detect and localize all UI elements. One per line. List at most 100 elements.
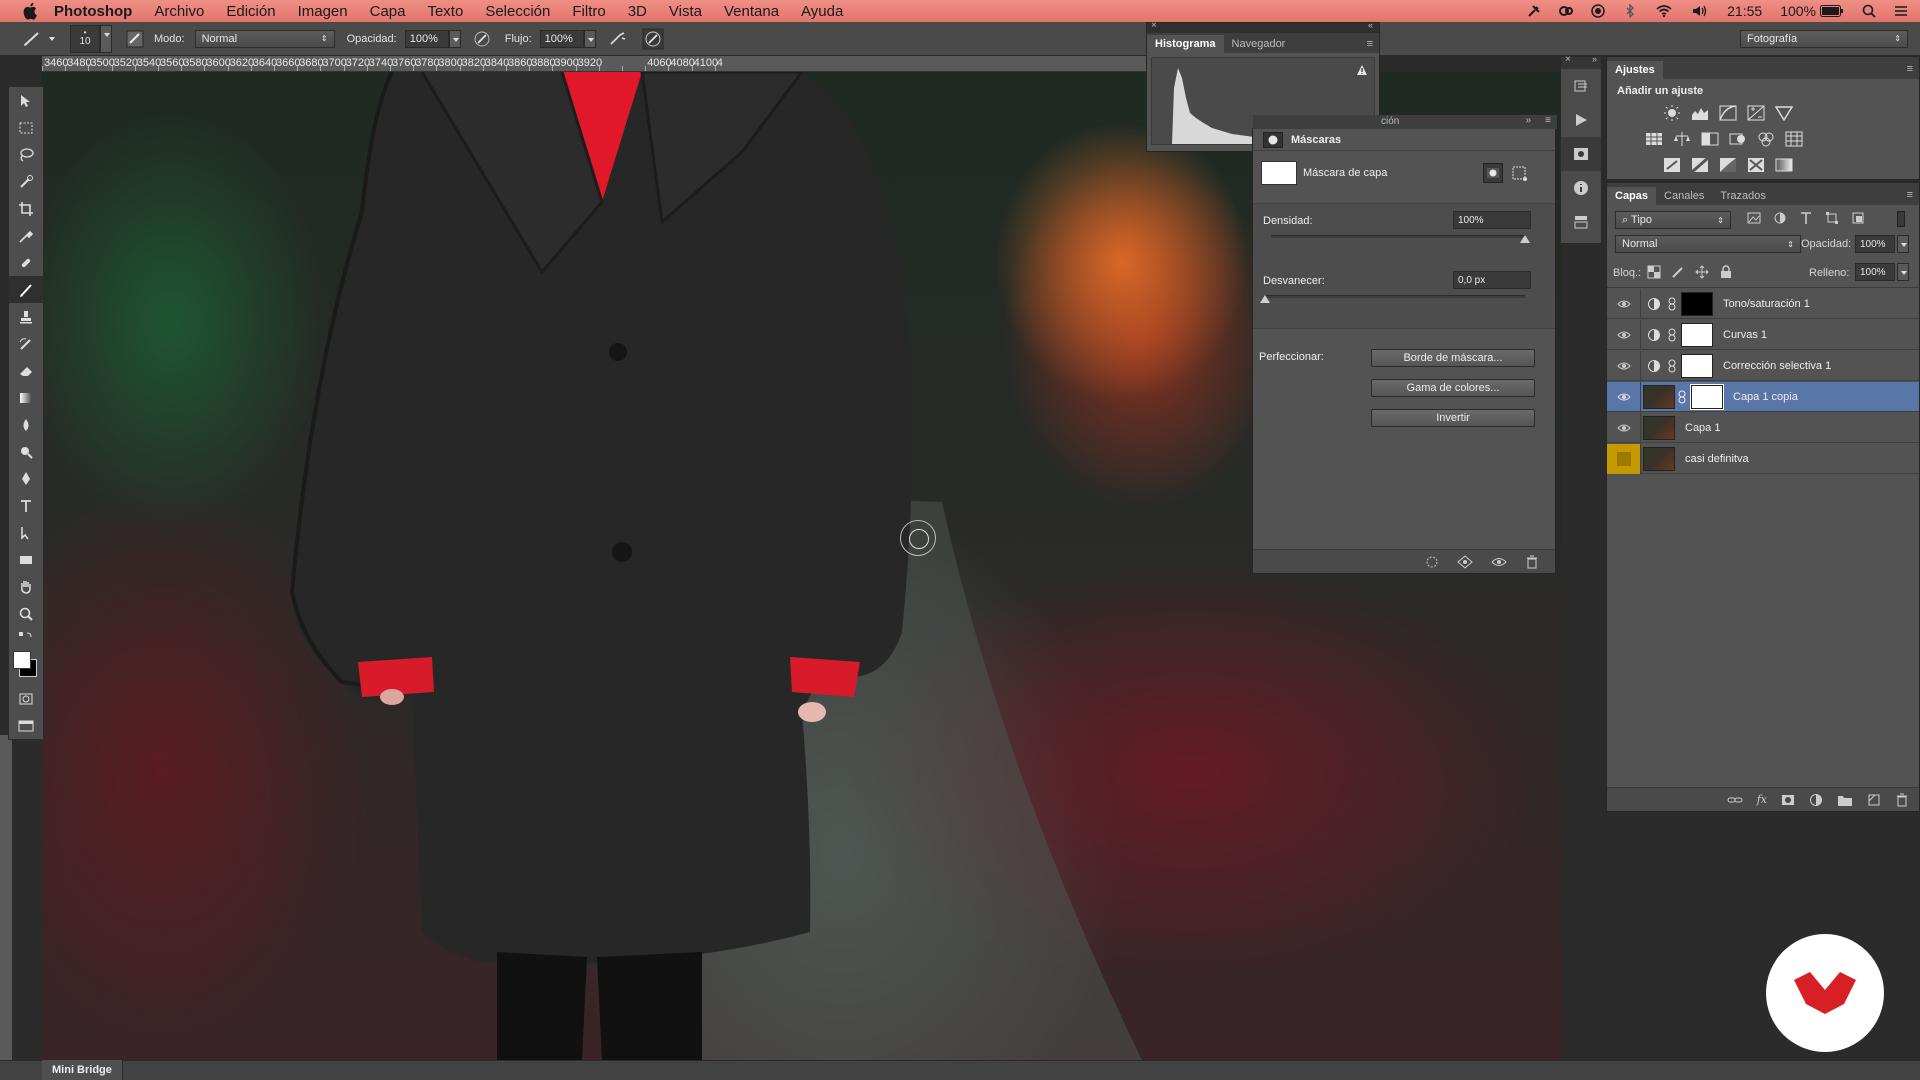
collapse-icon[interactable]: « <box>1368 20 1373 30</box>
layer-row[interactable]: Capa 1 <box>1607 412 1919 443</box>
pressure-size-icon[interactable] <box>642 28 664 50</box>
gradient-tool[interactable] <box>9 384 43 411</box>
pixel-mask-icon[interactable] <box>1483 163 1503 183</box>
selective-color-icon[interactable] <box>1747 157 1765 173</box>
tab-layers[interactable]: Capas <box>1607 187 1657 205</box>
menu-ventana[interactable]: Ventana <box>724 3 779 20</box>
fill-dropdown[interactable] <box>1897 263 1909 281</box>
marquee-tool[interactable] <box>9 114 43 141</box>
layer-name[interactable]: Capa 1 <box>1685 422 1720 434</box>
history-brush-tool[interactable] <box>9 330 43 357</box>
record-icon[interactable] <box>1591 4 1605 18</box>
menu-vista[interactable]: Vista <box>669 3 702 20</box>
photo-filter-icon[interactable] <box>1729 131 1747 147</box>
battery-icon[interactable] <box>1820 5 1844 17</box>
layer-mask-thumbnail[interactable] <box>1681 353 1713 378</box>
dock-layer-comps-button[interactable] <box>1561 205 1601 239</box>
brightness-contrast-icon[interactable] <box>1663 105 1681 121</box>
masks-panel-header[interactable]: ción » ≡ <box>1253 115 1557 129</box>
expand-icon[interactable]: » <box>1592 54 1597 64</box>
brush-picker-dropdown[interactable] <box>100 24 112 53</box>
spotlight-search-icon[interactable] <box>1862 4 1876 18</box>
dock-info-button[interactable] <box>1561 171 1601 205</box>
density-slider[interactable] <box>1271 235 1525 238</box>
color-swatches[interactable] <box>9 649 43 685</box>
flow-input[interactable]: 100% <box>539 29 584 48</box>
pressure-opacity-icon[interactable] <box>473 30 491 48</box>
delete-mask-icon[interactable] <box>1525 555 1539 569</box>
layer-thumbnail[interactable] <box>1643 384 1675 409</box>
menu-edicion[interactable]: Edición <box>226 3 275 20</box>
tab-adjustments[interactable]: Ajustes <box>1607 61 1663 79</box>
workspace-switcher[interactable]: Fotografía ⇕ <box>1740 29 1908 48</box>
expand-icon[interactable]: » <box>1525 115 1531 126</box>
new-adjustment-icon[interactable] <box>1809 793 1823 807</box>
gradient-map-icon[interactable] <box>1775 157 1793 173</box>
visibility-toggle[interactable] <box>1607 381 1641 412</box>
filter-shape-icon[interactable] <box>1825 211 1839 225</box>
visibility-toggle[interactable] <box>1607 350 1641 381</box>
clone-stamp-tool[interactable] <box>9 303 43 330</box>
layer-name[interactable]: Tono/saturación 1 <box>1723 298 1810 310</box>
link-chain-icon[interactable] <box>1667 297 1677 311</box>
brush-tool[interactable] <box>9 276 43 303</box>
layer-thumbnail[interactable] <box>1643 446 1675 471</box>
healing-brush-tool[interactable] <box>9 249 43 276</box>
panel-menu-icon[interactable]: ≡ <box>1907 63 1913 75</box>
dock-history-button[interactable] <box>1561 69 1601 103</box>
lock-all-icon[interactable] <box>1719 265 1733 279</box>
add-mask-icon[interactable] <box>1781 793 1795 807</box>
tool-preset-dropdown[interactable] <box>46 30 58 48</box>
bluetooth-icon[interactable] <box>1623 4 1637 18</box>
delete-layer-icon[interactable] <box>1895 793 1909 807</box>
screen-mode-tool[interactable] <box>9 712 43 739</box>
filter-smart-object-icon[interactable] <box>1851 211 1865 225</box>
volume-icon[interactable] <box>1691 4 1709 18</box>
mini-bridge-tab[interactable]: Mini Bridge <box>42 1060 123 1080</box>
rectangle-tool[interactable] <box>9 546 43 573</box>
filter-pixel-icon[interactable] <box>1747 211 1761 225</box>
invert-icon[interactable] <box>1663 157 1681 173</box>
curves-icon[interactable] <box>1719 105 1737 121</box>
mode-select[interactable]: Normal ⇕ <box>194 29 335 48</box>
color-lookup-icon[interactable] <box>1785 131 1803 147</box>
link-chain-icon[interactable] <box>1667 328 1677 342</box>
link-layers-icon[interactable] <box>1727 793 1743 807</box>
layer-row[interactable]: Curvas 1 <box>1607 319 1919 350</box>
visibility-toggle[interactable] <box>1607 319 1641 350</box>
vector-mask-icon[interactable] <box>1511 165 1527 181</box>
layer-row[interactable]: Corrección selectiva 1 <box>1607 350 1919 381</box>
black-white-icon[interactable] <box>1701 131 1719 147</box>
notification-center-icon[interactable] <box>1894 4 1908 18</box>
tools-icon[interactable] <box>1527 4 1541 18</box>
lock-pixels-brush-icon[interactable] <box>1671 265 1685 279</box>
menu-filtro[interactable]: Filtro <box>572 3 605 20</box>
feather-slider-thumb[interactable] <box>1260 295 1270 303</box>
tab-navigator[interactable]: Navegador <box>1224 35 1294 53</box>
layer-name[interactable]: Curvas 1 <box>1723 329 1767 341</box>
menu-archivo[interactable]: Archivo <box>154 3 204 20</box>
mask-thumbnail[interactable] <box>1261 161 1297 185</box>
close-icon[interactable]: × <box>1151 20 1157 31</box>
tab-channels[interactable]: Canales <box>1656 187 1712 205</box>
lock-position-icon[interactable] <box>1695 265 1709 279</box>
menu-app-name[interactable]: Photoshop <box>54 3 132 20</box>
exposure-icon[interactable] <box>1747 105 1765 121</box>
dock-masks-button[interactable] <box>1561 137 1601 171</box>
invert-button[interactable]: Invertir <box>1371 409 1535 427</box>
menu-texto[interactable]: Texto <box>427 3 463 20</box>
type-tool[interactable] <box>9 492 43 519</box>
toggle-mask-visibility-icon[interactable] <box>1491 555 1507 569</box>
density-slider-thumb[interactable] <box>1520 235 1530 243</box>
lock-transparent-icon[interactable] <box>1647 265 1661 279</box>
levels-icon[interactable] <box>1691 105 1709 121</box>
default-colors-swap[interactable] <box>9 627 43 649</box>
dock-actions-button[interactable] <box>1561 103 1601 137</box>
dodge-tool[interactable] <box>9 438 43 465</box>
layer-mask-thumbnail[interactable] <box>1681 291 1713 316</box>
layer-name[interactable]: Corrección selectiva 1 <box>1723 360 1831 372</box>
visibility-toggle[interactable] <box>1607 288 1641 319</box>
menu-3d[interactable]: 3D <box>628 3 647 20</box>
menu-imagen[interactable]: Imagen <box>298 3 348 20</box>
layer-mask-thumbnail[interactable] <box>1690 383 1724 410</box>
